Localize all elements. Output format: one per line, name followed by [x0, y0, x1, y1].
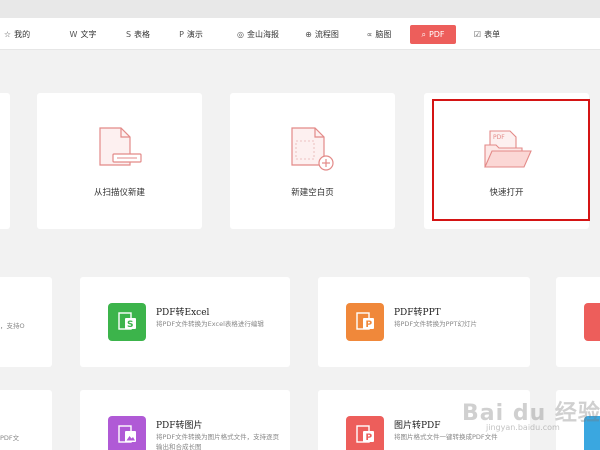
partial-card-left[interactable]	[0, 93, 10, 229]
tab-label: 演示	[186, 30, 203, 39]
presentation-icon: P	[179, 30, 184, 39]
tab-mine[interactable]: ☆ 我的	[0, 25, 34, 44]
partial-tool-icon	[584, 303, 600, 341]
svg-text:S: S	[127, 320, 133, 330]
tab-label: 脑图	[375, 30, 392, 39]
pdf-icon: ⌕	[421, 29, 426, 39]
tab-label: 表单	[484, 30, 501, 39]
pdf-convert-icon: P	[346, 416, 384, 450]
tool-pdf-to-image[interactable]: PDF转图片 将PDF文件转换为图片格式文件，支持逐页输出和合成长图	[80, 390, 290, 450]
partial-tool-card-left-1[interactable]: ，支持O	[0, 277, 52, 367]
image-glyph-icon	[118, 425, 136, 443]
partial-tool-card-right-1[interactable]	[556, 277, 600, 367]
new-from-scanner-label: 从扫描仪新建	[93, 188, 145, 198]
svg-text:P: P	[366, 320, 373, 330]
tool-desc: 将PDF文件转换为Excel表格进行编辑	[156, 320, 264, 328]
svg-text:P: P	[366, 433, 373, 443]
star-icon: ☆	[3, 30, 12, 39]
tab-label: 表格	[134, 30, 151, 39]
tool-desc: 将PDF文件转换为图片格式文件，支持逐页输出和合成长图	[156, 433, 280, 450]
tool-pdf-to-ppt[interactable]: P PDF转PPT 将PDF文件转换为PPT幻灯片	[318, 277, 530, 367]
spreadsheet-icon: S	[125, 30, 132, 39]
app-tab-bar: ☆ 我的 W 文字 S 表格 P 演示 ◎ 金山海报 ⊕ 流程图 ∝ 脑图 ⌕ …	[0, 18, 600, 50]
window-top-strip	[0, 0, 600, 18]
tool-desc: 将PDF文件转换为PPT幻灯片	[394, 320, 477, 328]
new-blank-page-label: 新建空白页	[291, 188, 334, 198]
tool-desc: 将图片格式文件一键转换成PDF文件	[394, 433, 498, 441]
poster-icon: ◎	[237, 30, 244, 39]
tab-spreadsheet[interactable]: S 表格	[116, 25, 160, 44]
tab-label: 文字	[80, 30, 97, 39]
tool-title: PDF转图片	[156, 421, 203, 431]
tab-label: 我的	[14, 30, 31, 39]
tool-title: 图片转PDF	[394, 421, 441, 431]
mindmap-icon: ∝	[366, 30, 373, 39]
writer-icon: W	[69, 30, 78, 39]
partial-desc: ，支持O	[0, 322, 25, 330]
excel-convert-icon: S	[108, 303, 146, 341]
tab-mindmap[interactable]: ∝ 脑图	[362, 25, 396, 44]
tool-title: PDF转PPT	[394, 308, 441, 318]
scanner-document-icon	[99, 127, 142, 166]
partial-desc: PDF文	[0, 434, 20, 442]
tab-flowchart[interactable]: ⊕ 流程图	[300, 25, 344, 44]
tab-form[interactable]: ☑ 表单	[470, 25, 504, 44]
tab-pdf[interactable]: ⌕ PDF	[410, 25, 456, 44]
baidu-watermark-url: jingyan.baidu.com	[486, 423, 560, 432]
tab-label: 金山海报	[246, 30, 279, 39]
tab-label: PDF	[428, 30, 445, 39]
tab-presentation[interactable]: P 演示	[170, 25, 212, 44]
new-from-scanner-card[interactable]: 从扫描仪新建	[37, 93, 202, 229]
tool-pdf-to-excel[interactable]: S PDF转Excel 将PDF文件转换为Excel表格进行编辑	[80, 277, 290, 367]
form-icon: ☑	[473, 30, 482, 39]
ppt-glyph-icon: P	[356, 312, 374, 330]
tab-poster[interactable]: ◎ 金山海报	[226, 25, 290, 44]
highlight-box	[432, 99, 590, 221]
excel-glyph-icon: S	[118, 312, 136, 330]
new-blank-page-card[interactable]: 新建空白页	[230, 93, 395, 229]
tab-label: 流程图	[314, 30, 339, 39]
ppt-convert-icon: P	[346, 303, 384, 341]
pdf-glyph-icon: P	[356, 425, 374, 443]
blank-page-icon	[291, 127, 334, 171]
tab-writer[interactable]: W 文字	[62, 25, 104, 44]
image-convert-icon	[108, 416, 146, 450]
partial-tool-card-left-2[interactable]: PDF文	[0, 390, 52, 450]
tool-title: PDF转Excel	[156, 308, 210, 318]
flowchart-icon: ⊕	[305, 30, 312, 39]
